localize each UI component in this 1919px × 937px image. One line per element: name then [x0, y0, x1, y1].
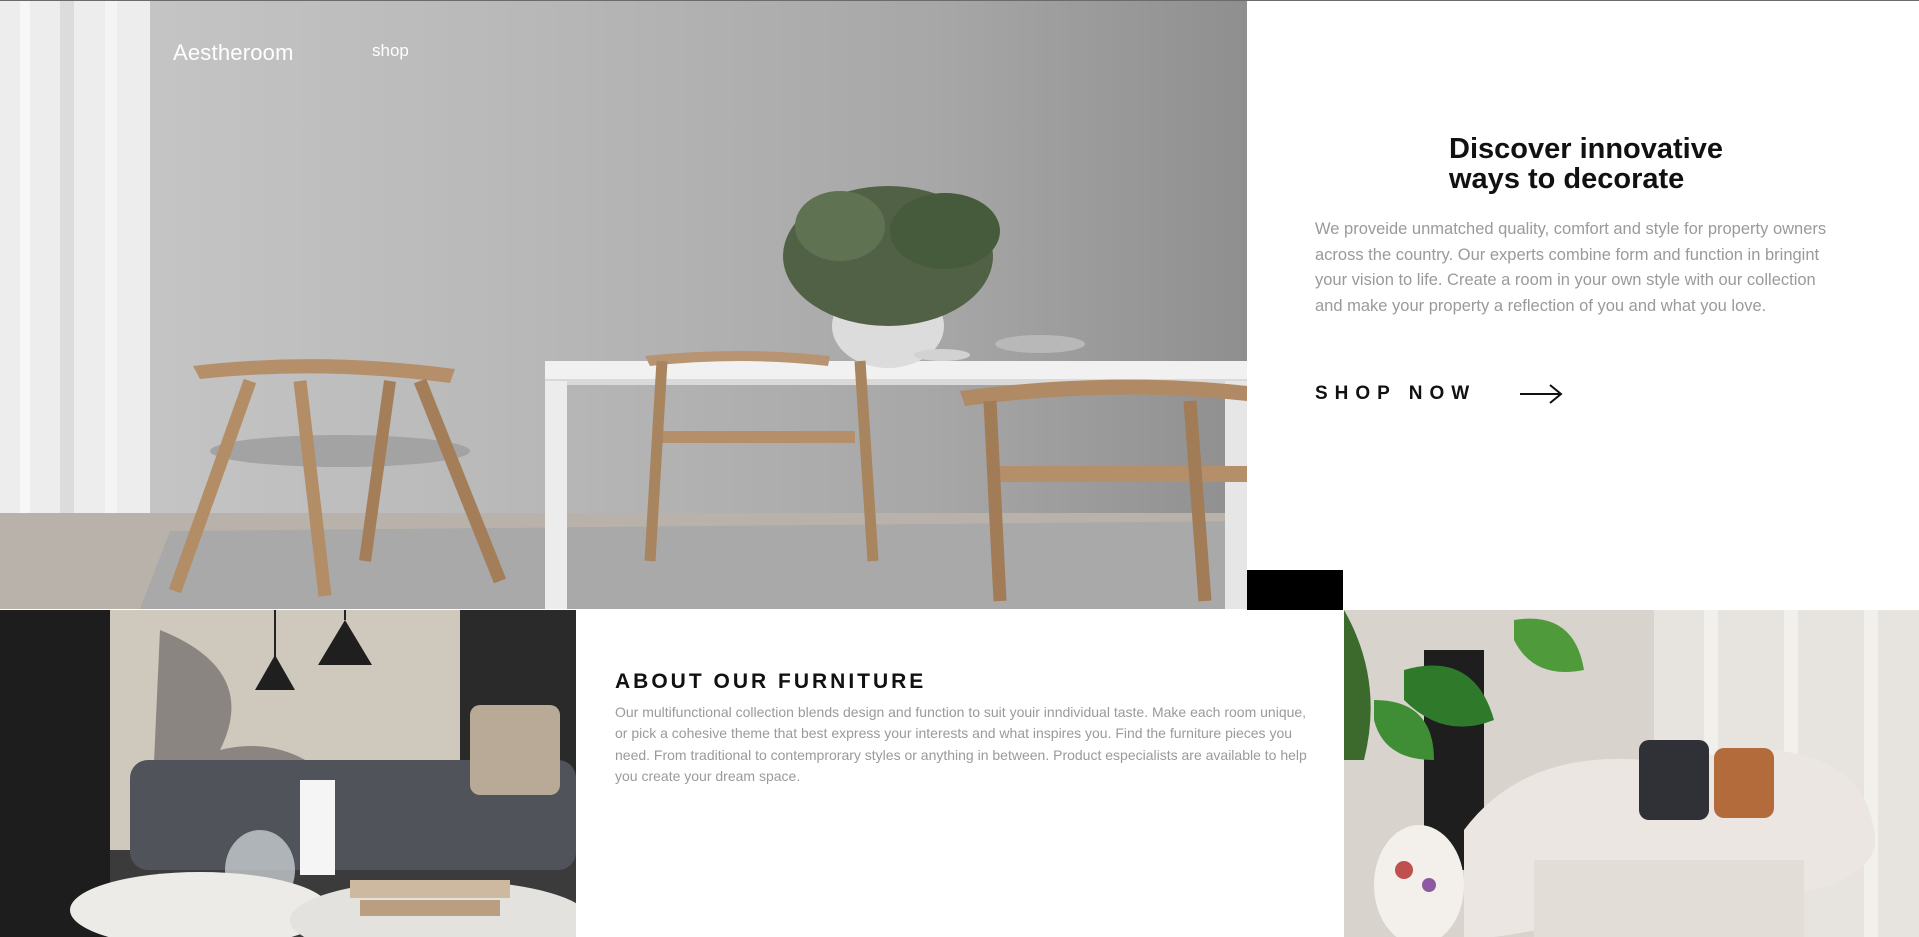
shop-now-button[interactable]: SHOP NOW [1315, 379, 1563, 409]
shop-now-label: SHOP NOW [1315, 383, 1477, 404]
hero-description: We proveide unmatched quality, comfort a… [1315, 220, 1827, 315]
hero-image: Aestheroom shop [0, 1, 1247, 609]
hero-title: Discover innovative ways to decorate [1449, 133, 1723, 195]
brand-logo[interactable]: Aestheroom [173, 40, 294, 66]
nav-link-shop[interactable]: shop [372, 41, 409, 61]
about-description: Our multifunctional collection blends de… [615, 704, 1307, 784]
arrow-right-icon [1520, 384, 1563, 404]
dining-room-photo [0, 1, 1247, 609]
hero-text-panel: Discover innovative ways to decorate We … [1247, 1, 1919, 609]
sofa-room-photo [1344, 610, 1919, 937]
about-title: ABOUT OUR FURNITURE [615, 670, 927, 693]
living-room-image [0, 610, 576, 937]
decorative-black-block [1247, 570, 1343, 610]
sofa-room-image [1344, 610, 1919, 937]
living-room-photo [0, 610, 576, 937]
about-section: ABOUT OUR FURNITURE Our multifunctional … [576, 610, 1344, 937]
